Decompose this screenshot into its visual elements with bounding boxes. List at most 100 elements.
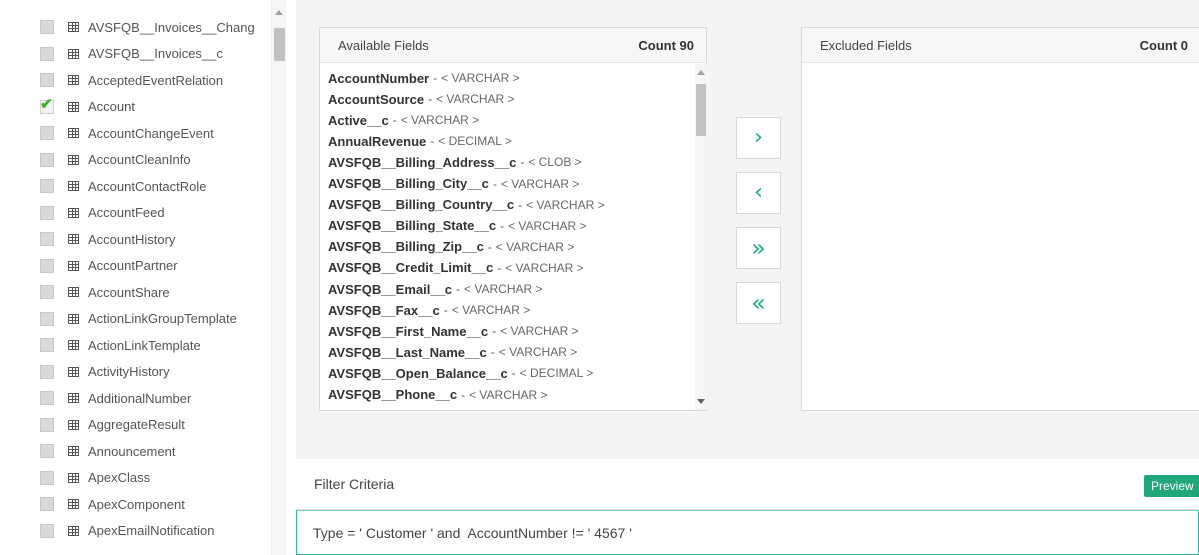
checkbox[interactable] (40, 46, 54, 61)
checkbox[interactable] (40, 179, 54, 193)
object-list-item[interactable]: AccountChangeEvent (40, 120, 270, 146)
field-separator: - (456, 282, 461, 296)
checkbox[interactable] (40, 311, 54, 326)
checkbox[interactable] (40, 470, 54, 485)
checkbox[interactable] (40, 20, 54, 34)
object-list-item[interactable]: AVSFQB__Invoices__Chang (40, 14, 270, 40)
available-field-item[interactable]: AVSFQB__Email__c - < VARCHAR > (328, 278, 543, 300)
object-list-item[interactable]: AccountContactRole (40, 173, 270, 199)
field-separator: - (492, 176, 497, 191)
available-field-item[interactable]: AVSFQB__Billing_State__c - < VARCHAR > (328, 215, 587, 237)
object-list-item[interactable]: AccountShare (40, 279, 270, 305)
field-separator: - (443, 303, 448, 318)
available-field-item[interactable]: AnnualRevenue - < DECIMAL > (328, 130, 512, 152)
table-icon (68, 525, 79, 536)
object-list-item[interactable]: ActionLinkGroupTemplate (40, 306, 270, 332)
field-name: AVSFQB__Open_Balance__c (328, 365, 508, 381)
checkbox[interactable] (40, 497, 54, 511)
checkbox[interactable] (40, 152, 54, 167)
available-field-item[interactable]: Active__c - < VARCHAR > (328, 109, 479, 131)
checked-checkbox[interactable]: ✔ (40, 97, 54, 114)
available-field-item[interactable]: AVSFQB__Phone__c - < VARCHAR > (328, 384, 548, 406)
field-separator: - (392, 113, 397, 128)
object-list-item[interactable]: AVSFQB__Invoices__c (40, 41, 270, 67)
checkbox[interactable] (40, 444, 54, 458)
available-field-item[interactable]: AVSFQB__First_Name__c - < VARCHAR > (328, 320, 579, 342)
field-name: AVSFQB__Billing_City__c (328, 176, 489, 191)
available-field-item[interactable]: AVSFQB__Credit_Limit__c - < VARCHAR > (328, 257, 584, 279)
object-list-item[interactable]: AdditionalNumber (40, 385, 270, 411)
table-icon (68, 340, 79, 350)
checkbox[interactable] (40, 364, 54, 379)
object-list-item[interactable]: ApexComponent (40, 491, 270, 517)
object-list-item[interactable]: AggregateResult (40, 412, 270, 438)
field-separator: - (487, 239, 492, 254)
available-field-item[interactable]: AccountSource - < VARCHAR > (328, 88, 515, 110)
preview-button[interactable]: Preview (1144, 475, 1199, 497)
available-fields-scrollbar[interactable] (695, 64, 707, 410)
scroll-up-arrow-icon[interactable] (275, 10, 283, 15)
table-icon (68, 366, 79, 377)
available-fields-header: Available Fields Count 90 (320, 28, 706, 63)
scrollbar-thumb[interactable] (696, 84, 706, 136)
checkbox[interactable] (40, 232, 54, 246)
checkbox[interactable] (40, 258, 54, 273)
table-icon (68, 22, 79, 32)
object-list-item[interactable]: ActionLinkTemplate (40, 332, 270, 358)
move-right-button[interactable]: › (736, 117, 781, 159)
object-list-item[interactable]: AccountFeed (40, 200, 270, 226)
field-separator: - (518, 197, 523, 212)
move-left-button[interactable]: ‹ (736, 172, 781, 214)
checkbox[interactable] (40, 73, 54, 87)
table-icon (68, 48, 79, 59)
move-all-right-button[interactable]: » (736, 227, 781, 269)
checkbox[interactable] (40, 417, 54, 432)
filter-criteria-title: Filter Criteria (314, 476, 395, 492)
object-list-item[interactable]: AccountHistory (40, 226, 270, 252)
checkbox[interactable] (40, 338, 54, 352)
checkbox[interactable] (40, 285, 54, 299)
object-list-scrollbar[interactable] (271, 0, 286, 555)
field-type: < VARCHAR > (505, 260, 584, 275)
available-field-item[interactable]: AccountNumber - < VARCHAR > (328, 67, 520, 89)
available-field-item[interactable]: AVSFQB__Billing_Address__c - < CLOB > (328, 151, 582, 173)
field-separator: - (511, 366, 516, 381)
field-separator: - (500, 218, 505, 233)
field-type: < VARCHAR > (451, 303, 531, 318)
available-field-item[interactable]: AVSFQB__Open_Balance__c - < DECIMAL > (328, 362, 593, 384)
field-type: < VARCHAR > (441, 71, 520, 85)
object-list-item[interactable]: AccountPartner (40, 253, 270, 279)
scrollbar-thumb[interactable] (274, 28, 285, 61)
object-list-item[interactable]: ApexClass (40, 465, 270, 491)
move-all-left-button[interactable]: « (736, 282, 781, 324)
field-type: < VARCHAR > (436, 92, 515, 107)
object-label: AdditionalNumber (88, 390, 192, 406)
object-label: Announcement (88, 443, 176, 459)
object-list-item[interactable]: ApexEmailNotification (40, 518, 270, 544)
excluded-fields-list[interactable] (802, 64, 1199, 410)
available-field-item[interactable]: AVSFQB__Billing_Zip__c - < VARCHAR > (328, 236, 574, 258)
object-list-item[interactable]: AccountCleanInfo (40, 147, 270, 173)
object-list-item[interactable]: ActivityHistory (40, 359, 270, 385)
available-field-item[interactable]: AVSFQB__Last_Name__c - < VARCHAR > (328, 341, 577, 363)
field-separator: - (433, 71, 438, 85)
object-list-item[interactable]: Announcement (40, 438, 270, 464)
checkbox[interactable] (40, 523, 54, 538)
available-field-item[interactable]: AVSFQB__Billing_City__c - < VARCHAR > (328, 173, 579, 195)
object-label: AccountShare (88, 284, 170, 300)
object-list-item[interactable]: ✔ Account (40, 94, 270, 120)
checkbox[interactable] (40, 205, 54, 220)
available-fields-list[interactable]: AccountNumber - < VARCHAR > AccountSource - <… (320, 64, 696, 410)
object-list-item[interactable]: AcceptedEventRelation (40, 67, 270, 93)
scroll-down-arrow-icon[interactable] (697, 399, 705, 404)
filter-criteria-input[interactable] (296, 510, 1199, 555)
scroll-up-arrow-icon[interactable] (697, 70, 705, 75)
field-type: < VARCHAR > (500, 324, 579, 339)
available-field-item[interactable]: AVSFQB__Fax__c - < VARCHAR > (328, 299, 530, 321)
checkbox[interactable] (40, 391, 54, 405)
field-name: Active__c (328, 112, 389, 128)
checkbox[interactable] (40, 126, 54, 140)
available-field-item[interactable]: AVSFQB__Billing_Country__c - < VARCHAR > (328, 194, 605, 216)
field-separator: - (428, 92, 433, 107)
field-name: AVSFQB__Phone__c (328, 387, 458, 402)
